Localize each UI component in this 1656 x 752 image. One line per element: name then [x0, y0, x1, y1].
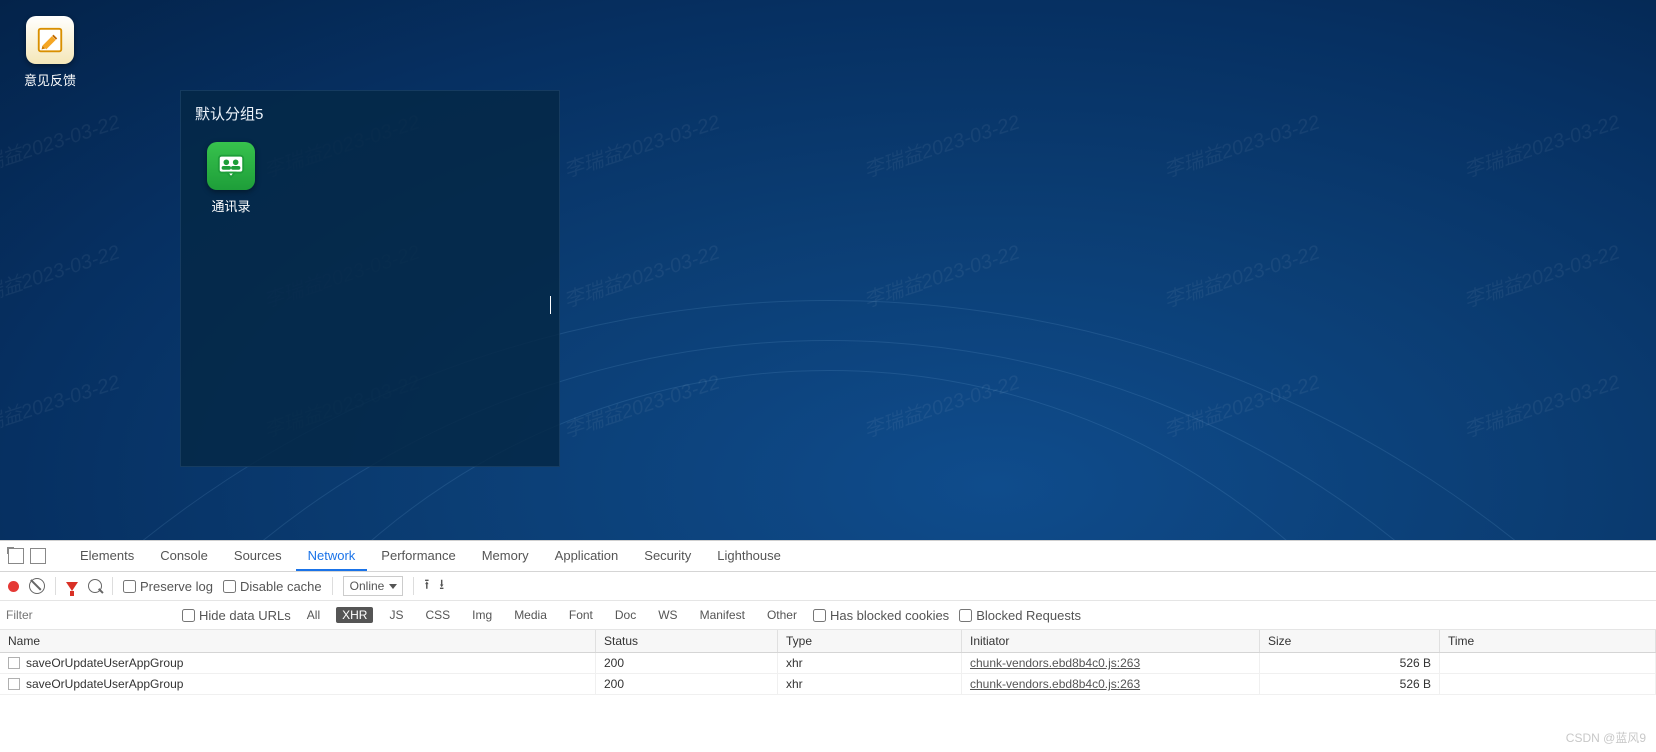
separator	[332, 577, 333, 595]
panel-icon-label: 通讯录	[195, 196, 267, 215]
filter-type-js[interactable]: JS	[383, 607, 409, 623]
tab-memory[interactable]: Memory	[470, 542, 541, 571]
has-blocked-cookies-checkbox[interactable]: Has blocked cookies	[813, 608, 949, 623]
throttling-select[interactable]: Online	[343, 576, 404, 596]
filter-type-all[interactable]: All	[301, 607, 326, 623]
tab-application[interactable]: Application	[543, 542, 631, 571]
inspect-element-icon[interactable]	[8, 548, 24, 564]
cell-name: saveOrUpdateUserAppGroup	[0, 674, 596, 694]
watermark: 李瑞益2023-03-22	[1159, 236, 1322, 314]
contacts-icon	[207, 142, 255, 190]
tab-elements[interactable]: Elements	[68, 542, 146, 571]
network-toolbar: Preserve log Disable cache Online ⭱ ⭳	[0, 572, 1656, 601]
search-icon[interactable]	[88, 579, 102, 593]
record-button[interactable]	[8, 581, 19, 592]
watermark: 李瑞益2023-03-22	[1159, 106, 1322, 184]
watermark: 李瑞益2023-03-22	[1459, 106, 1622, 184]
initiator-link[interactable]: chunk-vendors.ebd8b4c0.js:263	[970, 677, 1140, 691]
cell-type: xhr	[778, 653, 962, 673]
watermark: 李瑞益2023-03-22	[559, 236, 722, 314]
cell-name: saveOrUpdateUserAppGroup	[0, 653, 596, 673]
devtools-tab-bar: Elements Console Sources Network Perform…	[0, 541, 1656, 572]
filter-type-media[interactable]: Media	[508, 607, 553, 623]
cell-size: 526 B	[1260, 653, 1440, 673]
filter-type-xhr[interactable]: XHR	[336, 607, 373, 623]
export-har-icon[interactable]: ⭳	[439, 574, 444, 598]
watermark-footer: CSDN @蓝风9	[1566, 729, 1646, 746]
separator	[112, 577, 113, 595]
clear-button[interactable]	[29, 578, 45, 594]
cell-status: 200	[596, 674, 778, 694]
request-type-icon	[8, 678, 20, 690]
col-size[interactable]: Size	[1260, 630, 1440, 652]
desktop-icon-feedback[interactable]: 意见反馈	[14, 16, 86, 89]
has-blocked-cookies-label: Has blocked cookies	[830, 608, 949, 623]
blocked-requests-checkbox[interactable]: Blocked Requests	[959, 608, 1081, 623]
filter-type-manifest[interactable]: Manifest	[694, 607, 751, 623]
tab-performance[interactable]: Performance	[369, 542, 467, 571]
watermark: 李瑞益2023-03-22	[0, 236, 123, 314]
watermark: 李瑞益2023-03-22	[1459, 366, 1622, 444]
tab-sources[interactable]: Sources	[222, 542, 294, 571]
filter-type-doc[interactable]: Doc	[609, 607, 642, 623]
blocked-requests-label: Blocked Requests	[976, 608, 1081, 623]
device-toolbar-icon[interactable]	[30, 548, 46, 564]
hide-data-urls-label: Hide data URLs	[199, 608, 291, 623]
cell-type: xhr	[778, 674, 962, 694]
desktop-area[interactable]: 李瑞益2023-03-22 李瑞益2023-03-22 李瑞益2023-03-2…	[0, 0, 1656, 540]
disable-cache-checkbox[interactable]: Disable cache	[223, 579, 322, 594]
text-caret	[550, 296, 551, 314]
col-name[interactable]: Name	[0, 630, 596, 652]
watermark: 李瑞益2023-03-22	[559, 106, 722, 184]
filter-type-img[interactable]: Img	[466, 607, 498, 623]
col-status[interactable]: Status	[596, 630, 778, 652]
feedback-icon	[26, 16, 74, 64]
col-time[interactable]: Time	[1440, 630, 1656, 652]
network-table: Name Status Type Initiator Size Time sav…	[0, 630, 1656, 752]
cell-status: 200	[596, 653, 778, 673]
table-row[interactable]: saveOrUpdateUserAppGroup200xhr chunk-vend…	[0, 674, 1656, 695]
cell-time	[1440, 674, 1656, 694]
filter-input[interactable]	[0, 602, 172, 628]
watermark: 李瑞益2023-03-22	[1459, 236, 1622, 314]
disable-cache-label: Disable cache	[240, 579, 322, 594]
filter-type-other[interactable]: Other	[761, 607, 803, 623]
network-table-header: Name Status Type Initiator Size Time	[0, 630, 1656, 653]
watermark: 李瑞益2023-03-22	[859, 106, 1022, 184]
filter-toggle-icon[interactable]	[66, 582, 78, 591]
cell-time	[1440, 653, 1656, 673]
tab-network[interactable]: Network	[296, 542, 368, 571]
group-panel-title: 默认分组5	[181, 91, 559, 134]
cell-initiator: chunk-vendors.ebd8b4c0.js:263	[962, 653, 1260, 673]
preserve-log-label: Preserve log	[140, 579, 213, 594]
watermark: 李瑞益2023-03-22	[0, 106, 123, 184]
filter-type-ws[interactable]: WS	[652, 607, 683, 623]
panel-icon-contacts[interactable]: 通讯录	[195, 142, 267, 215]
devtools-panel: Elements Console Sources Network Perform…	[0, 540, 1656, 752]
desktop-icon-label: 意见反馈	[14, 70, 86, 89]
separator	[413, 577, 414, 595]
initiator-link[interactable]: chunk-vendors.ebd8b4c0.js:263	[970, 656, 1140, 670]
network-filter-bar: Hide data URLs All XHR JS CSS Img Media …	[0, 601, 1656, 630]
table-row[interactable]: saveOrUpdateUserAppGroup200xhr chunk-vend…	[0, 653, 1656, 674]
col-type[interactable]: Type	[778, 630, 962, 652]
filter-type-css[interactable]: CSS	[419, 607, 456, 623]
tab-lighthouse[interactable]: Lighthouse	[705, 542, 793, 571]
tab-security[interactable]: Security	[632, 542, 703, 571]
filter-type-font[interactable]: Font	[563, 607, 599, 623]
watermark: 李瑞益2023-03-22	[0, 366, 123, 444]
import-har-icon[interactable]: ⭱	[424, 574, 429, 598]
separator	[55, 577, 56, 595]
cell-size: 526 B	[1260, 674, 1440, 694]
preserve-log-checkbox[interactable]: Preserve log	[123, 579, 213, 594]
group-panel[interactable]: 默认分组5 通讯录	[180, 90, 560, 467]
tab-console[interactable]: Console	[148, 542, 220, 571]
cell-initiator: chunk-vendors.ebd8b4c0.js:263	[962, 674, 1260, 694]
col-initiator[interactable]: Initiator	[962, 630, 1260, 652]
request-type-icon	[8, 657, 20, 669]
hide-data-urls-checkbox[interactable]: Hide data URLs	[182, 608, 291, 623]
